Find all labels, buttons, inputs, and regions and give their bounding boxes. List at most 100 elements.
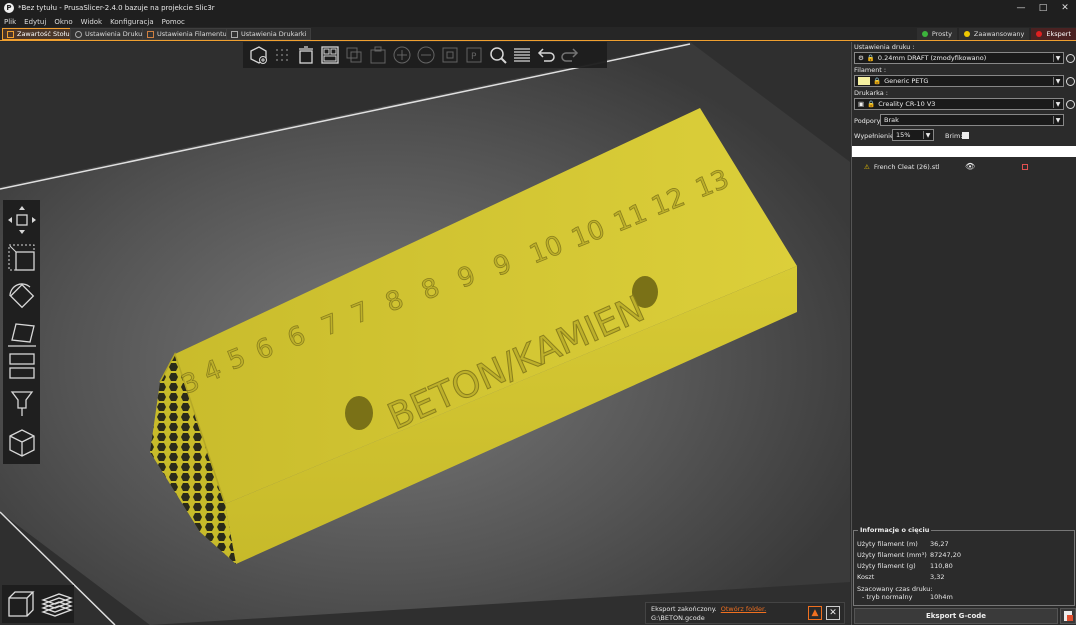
slice-info-title: Informacje o cięciu — [858, 526, 932, 534]
scene-svg: 3 4 5 6 6 7 7 8 8 9 9 10 10 11 12 13 BET… — [0, 42, 850, 625]
paste-button[interactable] — [367, 44, 389, 66]
mount-hole-1 — [345, 396, 373, 430]
mode-expert-dot — [1036, 31, 1043, 37]
add-button[interactable] — [247, 44, 269, 66]
support-painting-tool[interactable] — [6, 388, 38, 420]
cut-tool[interactable] — [6, 350, 38, 382]
3d-viewport[interactable]: 3 4 5 6 6 7 7 8 8 9 9 10 10 11 12 13 BET… — [0, 42, 850, 625]
svg-text:P: P — [471, 52, 477, 62]
info-label: Użyty filament (mm³) — [857, 551, 927, 559]
menu-edytuj[interactable]: Edytuj — [24, 18, 46, 26]
print-settings-gear-icon[interactable] — [1066, 54, 1075, 63]
print-settings-label: Ustawienia druku : — [854, 43, 915, 51]
filament-label: Filament : — [854, 66, 887, 74]
object-list[interactable]: ⚠ French Cleat (26).stl 👁 — [852, 146, 1076, 568]
lock-icon: 🔒 — [867, 100, 876, 108]
infill-value: 15% — [896, 131, 911, 139]
menu-widok[interactable]: Widok — [81, 18, 103, 26]
minimize-button[interactable]: — — [1010, 0, 1032, 16]
info-value: 36,27 — [930, 540, 949, 548]
filament-color-swatch[interactable] — [858, 77, 870, 85]
sidebar: Ustawienia druku : ⚙ 🔒 0.24mm DRAFT (zmo… — [851, 42, 1076, 625]
scale-tool[interactable] — [6, 242, 38, 274]
print-time-label: Szacowany czas druku: — [857, 585, 933, 593]
object-row[interactable]: ⚠ French Cleat (26).stl — [864, 163, 940, 171]
print-preset-select[interactable]: ⚙ 🔒 0.24mm DRAFT (zmodyfikowano) ▼ — [854, 52, 1064, 64]
mode-expert-button[interactable]: Ekspert — [1031, 28, 1076, 40]
eye-icon[interactable]: 👁 — [965, 162, 975, 171]
place-on-face-tool[interactable] — [6, 318, 38, 350]
mode-expert-label: Ekspert — [1046, 30, 1071, 38]
tab-print-settings[interactable]: Ustawienia Druku — [70, 28, 148, 40]
filament-settings-gear-icon[interactable] — [1066, 77, 1075, 86]
move-tool[interactable] — [6, 204, 38, 236]
menu-okno[interactable]: Okno — [54, 18, 72, 26]
brim-checkbox[interactable] — [962, 132, 969, 139]
printer-settings-gear-icon[interactable] — [1066, 100, 1075, 109]
view-toggle-toolbar — [2, 585, 74, 623]
grid-dots-icon — [271, 44, 293, 66]
mode-simple-label: Prosty — [931, 30, 952, 38]
menu-konfiguracja[interactable]: Konfiguracja — [110, 18, 154, 26]
gear-icon — [75, 30, 82, 38]
open-folder-link[interactable]: Otwórz folder. — [721, 605, 766, 613]
export-gcode-button[interactable]: Eksport G-code — [854, 608, 1058, 624]
search-button[interactable] — [487, 44, 509, 66]
gear-icon: ⚙ — [858, 54, 864, 62]
menu-pomoc[interactable]: Pomoc — [162, 18, 185, 26]
tab-filament-settings-label: Ustawienia Filamentu — [157, 30, 227, 38]
layers-editing-button[interactable] — [511, 44, 533, 66]
edit-icon[interactable] — [1022, 164, 1028, 170]
export-notification: Eksport zakończony. Otwórz folder. G:\BET… — [645, 602, 845, 624]
tab-printer-settings[interactable]: Ustawienia Drukarki — [226, 28, 312, 40]
close-notification-button[interactable]: ✕ — [826, 606, 840, 620]
sd-card-icon — [1064, 611, 1073, 621]
mode-advanced-button[interactable]: Zaawansowany — [958, 28, 1030, 40]
delete-all-button[interactable] — [295, 44, 317, 66]
split-parts-button[interactable]: P — [463, 44, 485, 66]
copy-button[interactable] — [343, 44, 365, 66]
remove-instance-button[interactable] — [415, 44, 437, 66]
tab-plater[interactable]: Zawartość Stołu — [2, 28, 75, 40]
mode-simple-dot — [921, 31, 928, 37]
print-preset-value: 0.24mm DRAFT (zmodyfikowano) — [877, 54, 987, 62]
maximize-button[interactable]: □ — [1032, 0, 1054, 16]
tab-filament-settings[interactable]: Ustawienia Filamentu — [142, 28, 232, 40]
infill-label: Wypełnienie: — [854, 132, 897, 140]
brim-label: Brim: — [945, 132, 963, 140]
split-objects-button[interactable] — [439, 44, 461, 66]
undo-button[interactable] — [535, 44, 557, 66]
filament-preset-select[interactable]: 🔒 Generic PETG ▼ — [854, 75, 1064, 87]
mode-switcher: Prosty Zaawansowany Ekspert — [915, 28, 1076, 40]
info-value: 110,80 — [930, 562, 953, 570]
menu-plik[interactable]: Plik — [4, 18, 16, 26]
chevron-down-icon: ▼ — [1053, 54, 1062, 62]
arrange-button[interactable] — [319, 44, 341, 66]
add-instance-button[interactable] — [391, 44, 413, 66]
object-name: French Cleat (26).stl — [873, 163, 940, 171]
3d-view-button[interactable] — [5, 588, 37, 620]
info-label: Koszt — [857, 573, 875, 581]
plater-icon — [7, 30, 14, 38]
top-toolbar: P — [243, 42, 607, 68]
send-to-printer-button[interactable] — [1060, 608, 1076, 624]
rotate-tool[interactable] — [6, 280, 38, 312]
supports-value: Brak — [884, 116, 899, 124]
mode-advanced-label: Zaawansowany — [973, 30, 1025, 38]
menu-bar: Plik Edytuj Okno Widok Konfiguracja Pomo… — [0, 16, 1076, 27]
app-icon: P — [4, 3, 14, 13]
close-window-button[interactable]: ✕ — [1054, 0, 1076, 16]
redo-button[interactable] — [559, 44, 581, 66]
mode-simple-button[interactable]: Prosty — [916, 28, 957, 40]
chevron-down-icon: ▼ — [1053, 100, 1062, 108]
eject-icon[interactable]: ▲ — [808, 606, 822, 620]
supports-select[interactable]: Brak ▼ — [880, 114, 1064, 126]
seam-painting-tool[interactable] — [6, 426, 38, 458]
notification-text: Eksport zakończony. — [651, 605, 717, 613]
window-title: *Bez tytułu - PrusaSlicer-2.4.0 bazuje n… — [18, 4, 215, 12]
preview-button[interactable] — [41, 588, 73, 620]
warning-icon: ⚠ — [864, 163, 870, 171]
chevron-down-icon: ▼ — [923, 131, 932, 139]
printer-preset-select[interactable]: ▣ 🔒 Creality CR-10 V3 ▼ — [854, 98, 1064, 110]
infill-select[interactable]: 15% ▼ — [892, 129, 934, 141]
